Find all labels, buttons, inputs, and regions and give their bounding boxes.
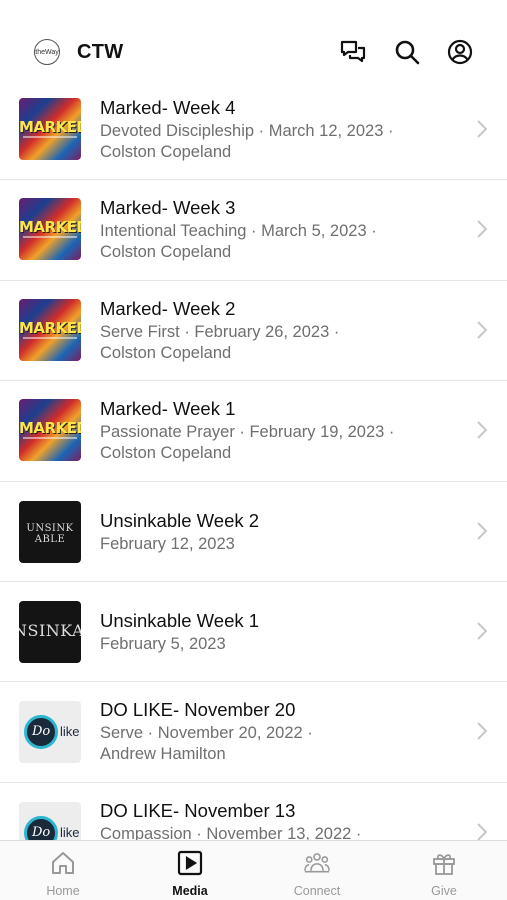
item-speaker: Andrew Hamilton — [100, 745, 226, 764]
item-meta: Devoted Discipleship · March 12, 2023 · — [100, 122, 394, 140]
group-icon — [304, 853, 330, 873]
thumbnail-mark: Do — [32, 824, 51, 840]
list-item[interactable]: MARKED Marked- Week 1 Passionate Prayer … — [0, 381, 507, 482]
list-item[interactable]: MARKED Marked- Week 4 Devoted Disciplesh… — [0, 80, 507, 181]
tab-label: Give — [431, 884, 457, 898]
dolike-logo-icon: Do — [24, 715, 58, 750]
item-speaker: Colston Copeland — [100, 143, 232, 161]
item-title: Marked- Week 3 — [100, 197, 236, 219]
chat-icon[interactable] — [339, 38, 367, 66]
profile-icon[interactable] — [446, 38, 474, 66]
item-title: Unsinkable Week 2 — [100, 509, 260, 531]
series-thumbnail: Do like — [19, 701, 81, 764]
item-title: DO LIKE- November 13 — [100, 799, 296, 821]
item-title: Marked- Week 2 — [100, 297, 236, 319]
thumbnail-text: NSINKABI — [19, 620, 81, 640]
list-item[interactable]: NSINKABI Unsinkable Week 1 February 5, 2… — [0, 582, 507, 683]
item-meta: Serve First · February 26, 2023 · — [100, 322, 340, 341]
list-item[interactable]: Do like DO LIKE- November 20 Serve · Nov… — [0, 682, 507, 783]
item-meta: Passionate Prayer · February 19, 2023 · — [100, 423, 395, 442]
play-icon — [177, 850, 203, 876]
chevron-right-icon — [477, 120, 487, 138]
tab-label: Home — [46, 884, 80, 898]
chevron-right-icon — [477, 521, 487, 540]
thumbnail-text: MARKED — [19, 118, 81, 136]
bottom-tab-bar: Home Media Connect Give — [0, 840, 507, 900]
thumbnail-text: MARKED — [19, 419, 81, 438]
item-speaker: Colston Copeland — [100, 444, 232, 463]
item-meta: Intentional Teaching · March 5, 2023 · — [100, 222, 377, 241]
thumbnail-text: UNSINK ABLE — [26, 522, 74, 545]
chevron-right-icon — [477, 421, 487, 439]
series-thumbnail: NSINKABI — [19, 600, 81, 663]
gift-icon — [433, 854, 455, 875]
app-title: CTW — [77, 41, 124, 63]
chevron-right-icon — [477, 321, 487, 339]
logo-text: theWay — [35, 48, 59, 56]
item-title: Marked- Week 4 — [100, 97, 236, 118]
thumbnail-text: like — [60, 724, 80, 740]
list-item[interactable]: MARKED Marked- Week 3 Intentional Teachi… — [0, 180, 507, 281]
item-speaker: Colston Copeland — [100, 243, 232, 262]
series-thumbnail: UNSINK ABLE — [19, 500, 81, 563]
tab-label: Media — [172, 884, 208, 898]
list-item[interactable]: MARKED Marked- Week 2 Serve First · Febr… — [0, 281, 507, 382]
chevron-right-icon — [477, 722, 487, 741]
search-icon[interactable] — [393, 38, 421, 66]
chevron-right-icon — [477, 622, 487, 640]
chevron-right-icon — [477, 220, 487, 239]
thumbnail-text: MARKED — [19, 218, 81, 237]
dolike-logo-icon: Do — [24, 815, 58, 840]
home-icon — [52, 852, 74, 874]
tab-home[interactable]: Home — [0, 841, 126, 900]
item-meta: Serve · November 20, 2022 · — [100, 724, 313, 743]
media-list: MARKED Marked- Week 4 Devoted Disciplesh… — [0, 80, 507, 840]
church-logo[interactable]: theWay — [34, 39, 60, 65]
item-meta: February 12, 2023 — [100, 534, 235, 553]
item-title: DO LIKE- November 20 — [100, 699, 296, 721]
item-meta: Compassion · November 13, 2022 · — [100, 824, 362, 840]
item-title: Marked- Week 1 — [100, 398, 236, 420]
series-thumbnail: MARKED — [19, 198, 81, 261]
tab-label: Connect — [293, 884, 341, 898]
series-thumbnail: Do like — [19, 801, 81, 840]
item-meta: February 5, 2023 — [100, 634, 226, 653]
series-thumbnail: MARKED — [19, 298, 81, 361]
item-speaker: Colston Copeland — [100, 343, 232, 362]
series-thumbnail: MARKED — [19, 98, 81, 160]
series-thumbnail: MARKED — [19, 399, 81, 462]
item-title: Unsinkable Week 1 — [100, 609, 260, 631]
thumbnail-text: like — [60, 824, 80, 840]
list-item[interactable]: UNSINK ABLE Unsinkable Week 2 February 1… — [0, 482, 507, 582]
app-header: theWay CTW — [0, 0, 507, 88]
tab-media[interactable]: Media — [127, 841, 253, 900]
tab-connect[interactable]: Connect — [254, 841, 380, 900]
list-item[interactable]: Do like DO LIKE- November 13 Compassion … — [0, 783, 507, 840]
chevron-right-icon — [477, 823, 487, 840]
thumbnail-text: MARKED — [19, 318, 81, 337]
thumbnail-mark: Do — [32, 724, 51, 740]
tab-give[interactable]: Give — [381, 841, 507, 900]
